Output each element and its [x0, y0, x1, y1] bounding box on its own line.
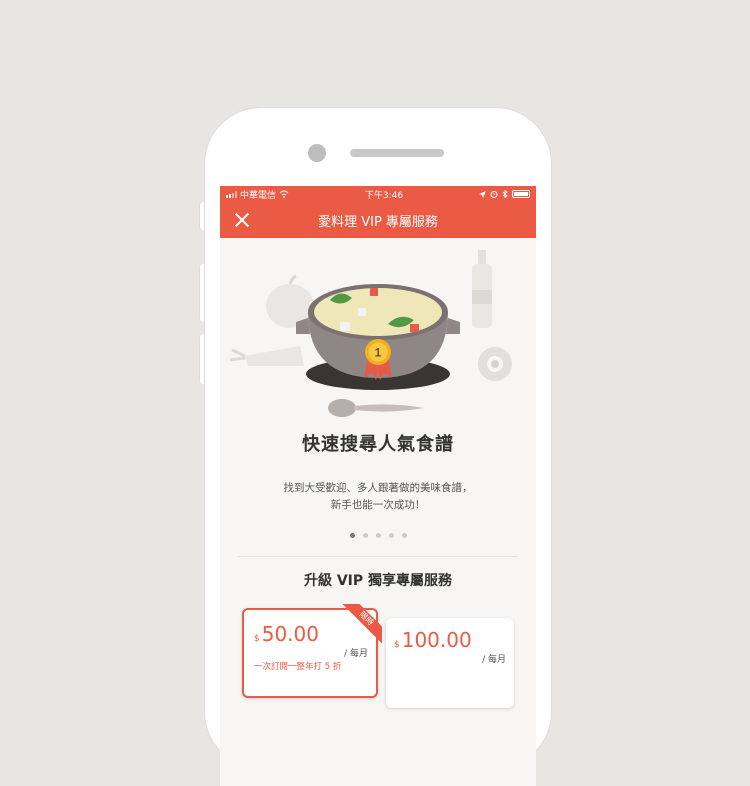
signal-icon	[226, 190, 237, 198]
plan-period: / 每月	[482, 655, 506, 665]
status-time: 下午3:46	[364, 190, 404, 201]
nav-bar: 愛料理 VIP 專屬服務	[220, 202, 536, 238]
upgrade-title: 升級 VIP 獨享專屬服務	[303, 573, 453, 589]
phone-frame: 中華電信 下午3:46 愛料理 VIP 專屬服務 1 快速搜尋人氣食譜 找到大受…	[205, 108, 551, 786]
feature-title: 快速搜尋人氣食譜	[302, 434, 454, 455]
plan-price: $100.00	[394, 628, 472, 652]
feature-description-line: 新手也能一次成功！	[330, 499, 426, 511]
battery-icon	[511, 190, 530, 198]
medal-number: 1	[375, 346, 382, 360]
carousel-pagination[interactable]	[220, 533, 536, 538]
bluetooth-icon	[502, 190, 508, 198]
earpiece-speaker	[350, 149, 444, 157]
bottle-icon	[472, 250, 492, 328]
carousel-dot[interactable]	[401, 533, 407, 538]
plan-period: / 每月	[344, 649, 368, 659]
radish-icon	[229, 346, 304, 366]
nav-title: 愛料理 VIP 專屬服務	[318, 214, 438, 230]
carousel-dot[interactable]	[362, 533, 368, 538]
front-camera	[308, 144, 326, 162]
currency-symbol: $	[394, 640, 400, 650]
location-icon	[478, 190, 486, 198]
tape-roll-icon	[478, 347, 512, 381]
feature-description: 找到大受歡迎、多人跟著做的美味食譜， 新手也能一次成功！	[220, 480, 536, 514]
close-icon[interactable]	[232, 210, 252, 230]
plan-price: $50.00	[254, 622, 319, 646]
plan-promo-note: 一次訂閱一整年打 5 折	[254, 662, 342, 672]
alarm-icon	[490, 191, 498, 198]
spoon-icon	[328, 399, 424, 417]
currency-symbol: $	[254, 634, 260, 644]
section-divider	[238, 556, 518, 557]
wifi-icon	[279, 190, 289, 198]
limited-time-ribbon: 限時	[338, 604, 382, 648]
pot-icon	[296, 284, 460, 390]
hero-illustration: 1	[229, 250, 512, 417]
carousel-dot[interactable]	[388, 533, 394, 538]
price-value: 50.00	[261, 622, 319, 646]
carousel-dot[interactable]	[349, 533, 355, 538]
carousel-dot[interactable]	[375, 533, 381, 538]
carrier-name: 中華電信	[240, 190, 277, 201]
status-bar: 中華電信 下午3:46	[220, 186, 536, 202]
ribbon-label: 限時	[340, 604, 382, 645]
plan-card-yearly[interactable]: 限時 $50.00 / 每月 一次訂閱一整年打 5 折	[242, 604, 382, 698]
price-value: 100.00	[401, 628, 472, 652]
plan-card-monthly[interactable]: $100.00 / 每月	[386, 618, 514, 708]
app-screen: 中華電信 下午3:46 愛料理 VIP 專屬服務 1 快速搜尋人氣食譜 找到大受…	[220, 186, 536, 786]
feature-description-line: 找到大受歡迎、多人跟著做的美味食譜，	[283, 482, 473, 494]
